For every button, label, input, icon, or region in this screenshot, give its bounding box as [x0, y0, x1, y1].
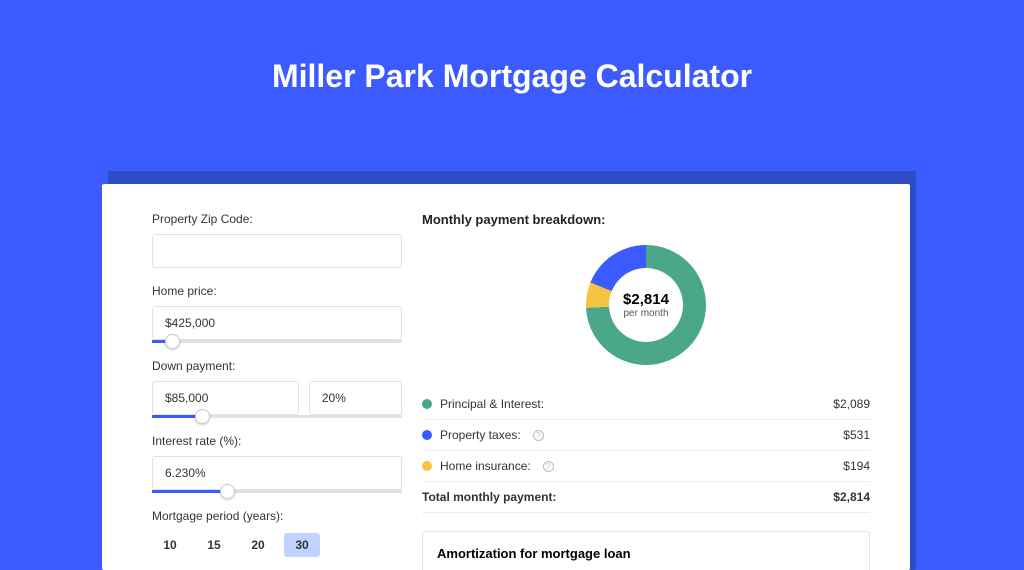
legend-dot — [422, 430, 432, 440]
zip-input[interactable] — [152, 234, 402, 268]
down-payment-slider[interactable] — [152, 415, 402, 418]
breakdown-column: Monthly payment breakdown: $2,814 per mo… — [402, 212, 870, 570]
donut-center-sub: per month — [623, 308, 668, 319]
interest-rate-field: Interest rate (%): — [152, 434, 402, 493]
home-price-field: Home price: — [152, 284, 402, 343]
zip-field: Property Zip Code: — [152, 212, 402, 268]
slider-thumb[interactable] — [165, 334, 180, 349]
period-button-30[interactable]: 30 — [284, 533, 320, 557]
period-button-15[interactable]: 15 — [196, 533, 232, 557]
total-label: Total monthly payment: — [422, 490, 556, 504]
donut-center-value: $2,814 — [623, 291, 669, 308]
interest-rate-label: Interest rate (%): — [152, 434, 402, 448]
slider-thumb[interactable] — [220, 484, 235, 499]
info-icon[interactable]: ? — [543, 461, 554, 472]
total-row: Total monthly payment: $2,814 — [422, 481, 870, 513]
legend-row: Property taxes:? $531 — [422, 420, 870, 451]
home-price-slider[interactable] — [152, 340, 402, 343]
down-payment-percent-input[interactable] — [309, 381, 402, 415]
donut-chart: $2,814 per month — [422, 245, 870, 365]
info-icon[interactable]: ? — [533, 430, 544, 441]
legend-row: Principal & Interest: $2,089 — [422, 389, 870, 420]
down-payment-field: Down payment: — [152, 359, 402, 418]
down-payment-label: Down payment: — [152, 359, 402, 373]
legend-dot — [422, 399, 432, 409]
interest-rate-slider[interactable] — [152, 490, 402, 493]
legend-label: Property taxes: — [440, 428, 521, 442]
down-payment-amount-input[interactable] — [152, 381, 299, 415]
home-price-label: Home price: — [152, 284, 402, 298]
legend-dot — [422, 461, 432, 471]
zip-label: Property Zip Code: — [152, 212, 402, 226]
slider-thumb[interactable] — [195, 409, 210, 424]
mortgage-period-field: Mortgage period (years): 10 15 20 30 — [152, 509, 402, 557]
legend-value: $194 — [843, 459, 870, 473]
period-button-10[interactable]: 10 — [152, 533, 188, 557]
interest-rate-input[interactable] — [152, 456, 402, 490]
period-button-20[interactable]: 20 — [240, 533, 276, 557]
mortgage-period-label: Mortgage period (years): — [152, 509, 402, 523]
home-price-input[interactable] — [152, 306, 402, 340]
legend-value: $531 — [843, 428, 870, 442]
form-column: Property Zip Code: Home price: Down paym… — [152, 212, 402, 570]
calculator-panel: Property Zip Code: Home price: Down paym… — [102, 184, 910, 570]
legend-value: $2,089 — [833, 397, 870, 411]
amortization-title: Amortization for mortgage loan — [437, 546, 855, 561]
legend-row: Home insurance:? $194 — [422, 451, 870, 481]
legend-label: Home insurance: — [440, 459, 531, 473]
legend-label: Principal & Interest: — [440, 397, 544, 411]
breakdown-title: Monthly payment breakdown: — [422, 212, 870, 227]
page-title: Miller Park Mortgage Calculator — [0, 58, 1024, 95]
total-value: $2,814 — [833, 490, 870, 504]
amortization-card: Amortization for mortgage loan Amortizat… — [422, 531, 870, 570]
